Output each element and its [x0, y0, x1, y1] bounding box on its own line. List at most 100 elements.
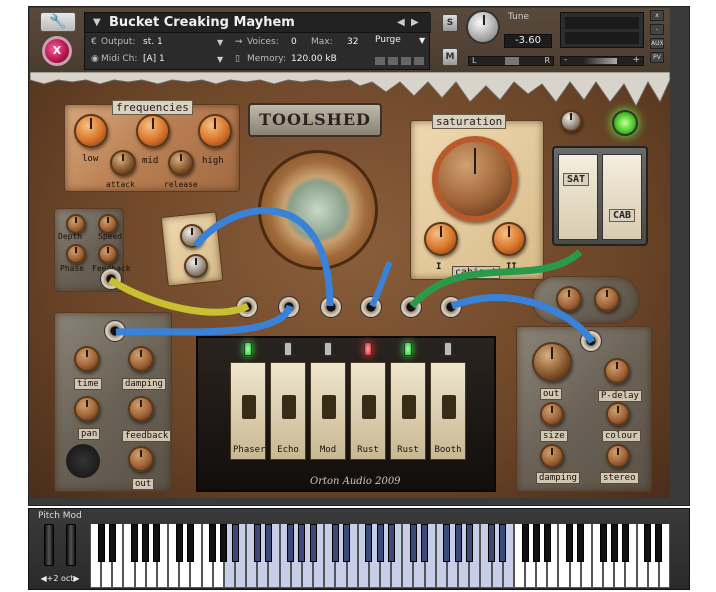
- pv-button[interactable]: PV: [650, 52, 664, 63]
- black-key[interactable]: [331, 524, 339, 562]
- black-key[interactable]: [97, 524, 105, 562]
- black-key[interactable]: [409, 524, 417, 562]
- black-key[interactable]: [499, 524, 507, 562]
- power-led[interactable]: [612, 110, 638, 136]
- black-key[interactable]: [108, 524, 116, 562]
- black-key[interactable]: [488, 524, 496, 562]
- midi-dropdown-icon[interactable]: ▼: [217, 55, 223, 64]
- speed-knob[interactable]: [98, 214, 118, 234]
- patch-jack-delay[interactable]: [104, 320, 126, 342]
- low-knob[interactable]: [74, 114, 108, 148]
- mod-wheel[interactable]: [66, 524, 76, 566]
- size-knob[interactable]: [540, 402, 564, 426]
- octave-up-icon[interactable]: ▶: [73, 574, 79, 583]
- toggle-lever[interactable]: [66, 444, 100, 478]
- black-key[interactable]: [532, 524, 540, 562]
- patch-jack-5[interactable]: [400, 296, 422, 318]
- black-key[interactable]: [454, 524, 462, 562]
- black-key[interactable]: [421, 524, 429, 562]
- fx-switch-0[interactable]: Phaser: [230, 362, 266, 460]
- fx-switch-lever[interactable]: [322, 395, 336, 419]
- black-key[interactable]: [153, 524, 161, 562]
- pan-delay-knob[interactable]: [74, 396, 100, 422]
- instrument-title[interactable]: Bucket Creaking Mayhem: [109, 15, 295, 30]
- black-key[interactable]: [298, 524, 306, 562]
- release-knob[interactable]: [168, 150, 194, 176]
- note-knob-bottom[interactable]: [184, 254, 208, 278]
- black-key[interactable]: [621, 524, 629, 562]
- black-key[interactable]: [264, 524, 272, 562]
- tune-knob[interactable]: [466, 10, 500, 44]
- stereo-knob[interactable]: [606, 444, 630, 468]
- purge-menu[interactable]: Purge ▼: [375, 35, 431, 49]
- output-dropdown-icon[interactable]: ▼: [217, 38, 223, 47]
- max-voices-value[interactable]: 32: [347, 37, 358, 47]
- black-key[interactable]: [253, 524, 261, 562]
- patch-jack-2[interactable]: [278, 296, 300, 318]
- expand-arrow-icon[interactable]: ▼: [93, 17, 101, 28]
- cab-switch[interactable]: CAB: [602, 154, 642, 240]
- black-key[interactable]: [186, 524, 194, 562]
- output-value[interactable]: st. 1: [143, 37, 163, 47]
- prev-instrument-icon[interactable]: ◀: [397, 17, 405, 28]
- phase-knob[interactable]: [66, 244, 86, 264]
- output-right-knob[interactable]: [594, 286, 620, 312]
- black-key[interactable]: [387, 524, 395, 562]
- fx-switch-2[interactable]: Mod: [310, 362, 346, 460]
- time-knob[interactable]: [74, 346, 100, 372]
- patch-jack-reverb[interactable]: [580, 330, 602, 352]
- predelay-knob[interactable]: [604, 358, 630, 384]
- black-key[interactable]: [521, 524, 529, 562]
- damping-delay-knob[interactable]: [128, 346, 154, 372]
- fx-switch-lever[interactable]: [362, 395, 376, 419]
- fx-switch-4[interactable]: Rust: [390, 362, 426, 460]
- fx-switch-lever[interactable]: [402, 395, 416, 419]
- saturation-knob[interactable]: [432, 136, 518, 222]
- black-key[interactable]: [175, 524, 183, 562]
- patch-jack-6[interactable]: [440, 296, 462, 318]
- black-key[interactable]: [142, 524, 150, 562]
- note-knob-top[interactable]: [180, 224, 204, 248]
- output-left-knob[interactable]: [556, 286, 582, 312]
- high-knob[interactable]: [198, 114, 232, 148]
- black-key[interactable]: [577, 524, 585, 562]
- fx-switch-1[interactable]: Echo: [270, 362, 306, 460]
- purge-dropdown-icon[interactable]: ▼: [419, 36, 425, 45]
- feedback-phaser-knob[interactable]: [98, 244, 118, 264]
- black-key[interactable]: [231, 524, 239, 562]
- patch-jack-4[interactable]: [360, 296, 382, 318]
- pan-slider[interactable]: L R: [468, 56, 554, 66]
- next-instrument-icon[interactable]: ▶: [411, 17, 419, 28]
- black-key[interactable]: [543, 524, 551, 562]
- black-key[interactable]: [220, 524, 228, 562]
- cabinet-knob-2[interactable]: [492, 222, 526, 256]
- pan-handle[interactable]: [505, 57, 519, 65]
- aux-knob[interactable]: [560, 110, 582, 132]
- sat-switch[interactable]: SAT: [558, 154, 598, 240]
- midi-channel-value[interactable]: [A] 1: [143, 54, 165, 64]
- patch-jack-1[interactable]: [236, 296, 258, 318]
- minimize-instrument-button[interactable]: -: [650, 24, 664, 35]
- cabinet-knob-1[interactable]: [424, 222, 458, 256]
- tune-value[interactable]: -3.60: [504, 34, 552, 48]
- mute-button[interactable]: M: [442, 48, 458, 66]
- colour-knob[interactable]: [606, 402, 630, 426]
- fx-switch-5[interactable]: Booth: [430, 362, 466, 460]
- feedback-delay-knob[interactable]: [128, 396, 154, 422]
- mid-knob[interactable]: [136, 114, 170, 148]
- fx-switch-3[interactable]: Rust: [350, 362, 386, 460]
- black-key[interactable]: [599, 524, 607, 562]
- patch-jack-phaser[interactable]: [100, 268, 122, 290]
- black-key[interactable]: [566, 524, 574, 562]
- attack-knob[interactable]: [110, 150, 136, 176]
- depth-knob[interactable]: [66, 214, 86, 234]
- damping-reverb-knob[interactable]: [540, 444, 564, 468]
- fx-switch-lever[interactable]: [282, 395, 296, 419]
- remove-instrument-button[interactable]: X: [42, 36, 72, 66]
- patch-jack-3[interactable]: [320, 296, 342, 318]
- black-key[interactable]: [287, 524, 295, 562]
- black-key[interactable]: [365, 524, 373, 562]
- fx-switch-lever[interactable]: [442, 395, 456, 419]
- black-key[interactable]: [644, 524, 652, 562]
- black-key[interactable]: [465, 524, 473, 562]
